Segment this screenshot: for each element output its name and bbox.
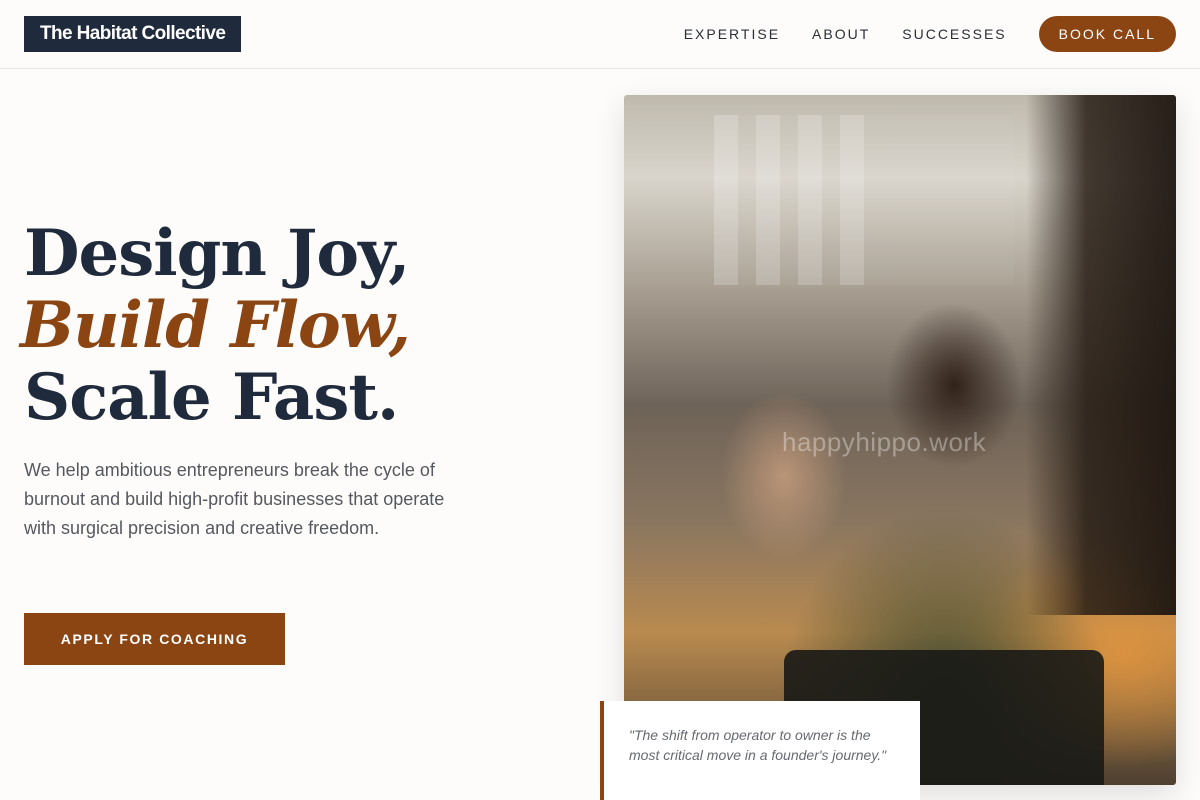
- apply-for-coaching-button[interactable]: APPLY FOR COACHING: [24, 613, 285, 665]
- photo-shadow: [1026, 95, 1176, 615]
- hero-image: happyhippo.work: [624, 95, 1176, 785]
- nav-link-about[interactable]: ABOUT: [812, 16, 870, 52]
- headline-line-1: Design Joy,: [24, 216, 410, 291]
- book-call-button[interactable]: BOOK CALL: [1038, 16, 1176, 52]
- main-nav: EXPERTISE ABOUT SUCCESSES BOOK CALL: [684, 16, 1176, 52]
- testimonial-quote-card: "The shift from operator to owner is the…: [600, 701, 920, 800]
- headline-line-2: Build Flow,: [20, 288, 411, 363]
- headline-line-3: Scale Fast.: [24, 360, 399, 435]
- quote-text: "The shift from operator to owner is the…: [629, 727, 887, 763]
- landing-page: The Habitat Collective EXPERTISE ABOUT S…: [0, 0, 1200, 800]
- hero-description: We help ambitious entrepreneurs break th…: [24, 460, 445, 538]
- image-watermark: happyhippo.work: [782, 427, 987, 457]
- site-header: The Habitat Collective EXPERTISE ABOUT S…: [0, 0, 1200, 69]
- nav-link-expertise[interactable]: EXPERTISE: [684, 16, 780, 52]
- brand-logo[interactable]: The Habitat Collective: [24, 16, 242, 52]
- hero-headline: Design Joy, Build Flow, Scale Fast.: [20, 216, 411, 435]
- photo-window-light: [714, 115, 1014, 285]
- nav-link-successes[interactable]: SUCCESSES: [902, 16, 1006, 52]
